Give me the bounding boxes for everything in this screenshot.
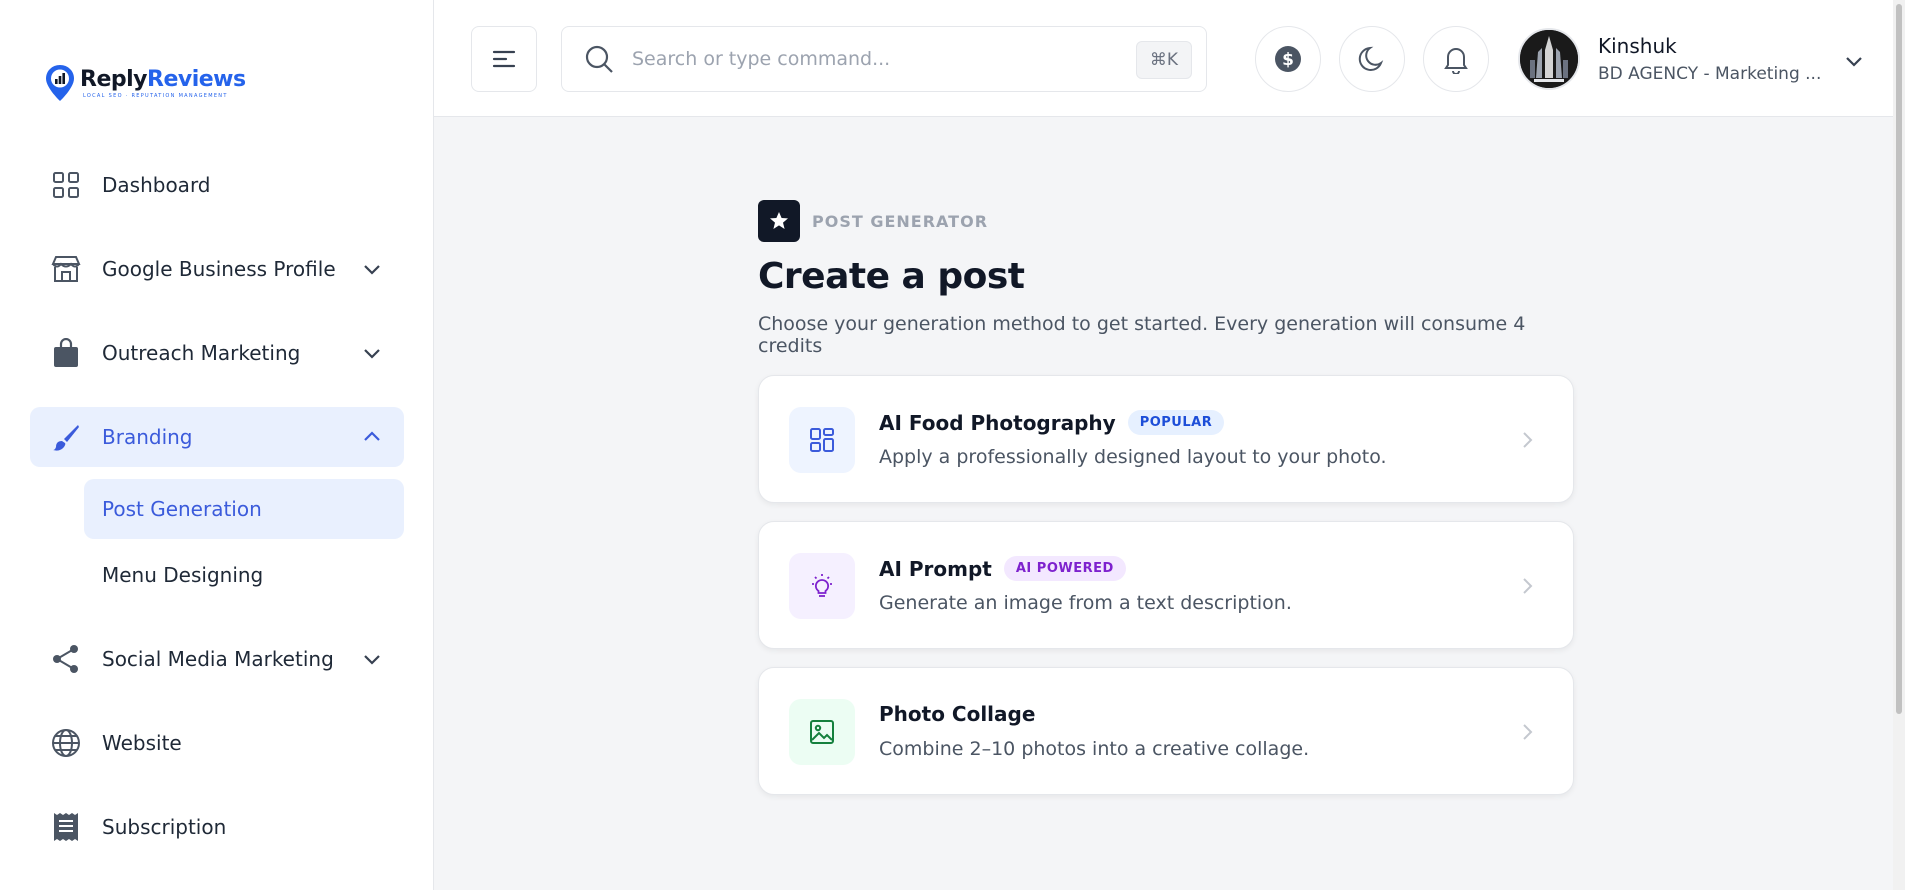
chevron-up-icon	[364, 431, 380, 441]
section-eyebrow: POST GENERATOR	[812, 211, 989, 231]
agency-avatar-icon	[1520, 30, 1578, 88]
sidebar-item-label: Dashboard	[102, 173, 211, 197]
sidebar-item-dashboard[interactable]: Dashboard	[30, 155, 404, 215]
sidebar-subitem-post-generation[interactable]: Post Generation	[84, 479, 404, 539]
sidebar-item-label: Subscription	[102, 815, 227, 839]
image-icon	[789, 699, 855, 765]
card-title: Photo Collage	[879, 702, 1036, 726]
sidebar-item-label: Google Business Profile	[102, 257, 336, 281]
receipt-icon	[50, 811, 82, 843]
sidebar-item-label: Social Media Marketing	[102, 647, 334, 671]
card-title: AI Prompt	[879, 556, 992, 581]
search-icon	[585, 45, 613, 73]
sidebar-subitem-label: Menu Designing	[102, 563, 264, 587]
sidebar-item-label: Outreach Marketing	[102, 341, 301, 365]
popular-badge: POPULAR	[1127, 410, 1225, 435]
brand-name: ReplyReviews	[80, 67, 246, 92]
sidebar-item-label: Branding	[102, 425, 193, 449]
storefront-icon	[50, 253, 82, 285]
scrollbar-thumb[interactable]	[1896, 4, 1902, 714]
chevron-down-icon	[364, 655, 380, 665]
dashboard-grid-icon	[50, 169, 82, 201]
layout-grid-icon	[789, 407, 855, 473]
location-pin-logo-icon	[46, 65, 74, 101]
notifications-button[interactable]	[1423, 26, 1489, 92]
bell-icon	[1444, 48, 1468, 74]
ai-powered-badge: AI POWERED	[1003, 556, 1126, 581]
user-organization: BD AGENCY - Marketing ...	[1598, 64, 1822, 84]
sidebar-item-website[interactable]: Website	[30, 713, 404, 773]
moon-icon	[1358, 46, 1384, 71]
star-icon	[758, 200, 800, 242]
chevron-down-icon	[364, 265, 380, 275]
chevron-down-icon	[364, 349, 380, 359]
dark-mode-toggle[interactable]	[1339, 26, 1405, 92]
search-bar[interactable]: ⌘K	[561, 26, 1207, 92]
credits-button[interactable]: $	[1255, 26, 1321, 92]
paintbrush-icon	[50, 421, 82, 453]
card-title: AI Food Photography	[879, 410, 1116, 435]
sidebar-item-branding[interactable]: Branding	[30, 407, 404, 467]
page-subtitle: Choose your generation method to get sta…	[758, 313, 1526, 357]
post-generator-panel: POST GENERATOR Create a post Choose your…	[758, 200, 1574, 795]
shopping-bag-icon	[50, 337, 82, 369]
sidebar-item-outreach-marketing[interactable]: Outreach Marketing	[30, 323, 404, 383]
avatar	[1518, 28, 1580, 90]
chevron-right-icon	[1523, 578, 1533, 594]
sidebar-item-label: Website	[102, 731, 182, 755]
page-scrollbar[interactable]	[1893, 0, 1905, 890]
page-title: Create a post	[758, 256, 1025, 297]
share-icon	[50, 643, 82, 675]
brand-tagline: LOCAL SEO · REPUTATION MANAGEMENT	[83, 93, 228, 99]
chevron-right-icon	[1523, 432, 1533, 448]
chevron-right-icon	[1523, 724, 1533, 740]
menu-lines-icon	[492, 50, 516, 68]
option-card-ai-prompt[interactable]: AI Prompt AI POWERED Generate an image f…	[758, 521, 1574, 649]
sidebar-item-social-media-marketing[interactable]: Social Media Marketing	[30, 629, 404, 689]
keyboard-shortcut-badge: ⌘K	[1136, 41, 1192, 79]
svg-text:$: $	[1282, 50, 1294, 70]
search-input[interactable]	[632, 48, 1112, 70]
top-header: ⌘K $ Kinshuk BD AGENCY - Marketing ...	[434, 0, 1905, 117]
option-card-photo-collage[interactable]: Photo Collage Combine 2–10 photos into a…	[758, 667, 1574, 795]
sidebar-toggle-button[interactable]	[471, 26, 537, 92]
sidebar-item-google-business-profile[interactable]: Google Business Profile	[30, 239, 404, 299]
sidebar-subitem-menu-designing[interactable]: Menu Designing	[84, 545, 404, 605]
dollar-coin-icon: $	[1275, 46, 1301, 72]
brand-logo[interactable]: ReplyReviews LOCAL SEO · REPUTATION MANA…	[44, 64, 246, 102]
user-name: Kinshuk	[1598, 34, 1677, 58]
card-description: Apply a professionally designed layout t…	[879, 446, 1387, 468]
lightbulb-icon	[789, 553, 855, 619]
chevron-down-icon[interactable]	[1843, 50, 1865, 72]
option-card-ai-food-photography[interactable]: AI Food Photography POPULAR Apply a prof…	[758, 375, 1574, 503]
sidebar-item-subscription[interactable]: Subscription	[30, 797, 404, 857]
sidebar: ReplyReviews LOCAL SEO · REPUTATION MANA…	[0, 0, 434, 890]
globe-icon	[50, 727, 82, 759]
card-description: Combine 2–10 photos into a creative coll…	[879, 738, 1310, 760]
card-description: Generate an image from a text descriptio…	[879, 592, 1292, 614]
user-menu[interactable]: Kinshuk BD AGENCY - Marketing ...	[1518, 26, 1821, 92]
sidebar-subitem-label: Post Generation	[102, 497, 262, 521]
